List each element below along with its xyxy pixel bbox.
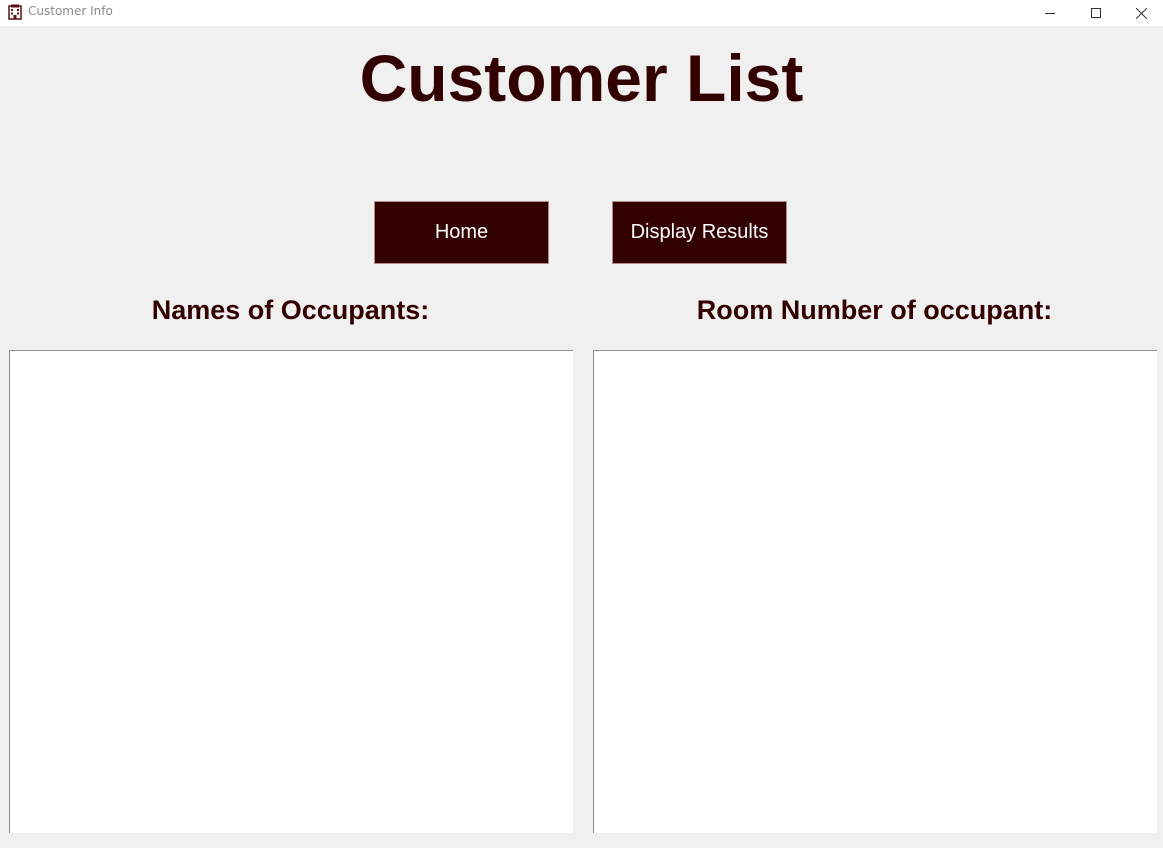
hotel-building-icon: [8, 4, 22, 20]
window-title: Customer Info: [28, 4, 113, 18]
minimize-button[interactable]: [1027, 0, 1073, 26]
maximize-icon: [1091, 8, 1101, 18]
page-title: Customer List: [359, 41, 804, 115]
room-number-label: Room Number of occupant:: [696, 295, 1053, 325]
app-window: Customer Info Customer List Home Display…: [0, 0, 1163, 848]
close-button[interactable]: [1118, 0, 1163, 26]
names-of-occupants-label: Names of Occupants:: [151, 295, 430, 325]
display-results-button[interactable]: Display Results: [612, 201, 787, 264]
room-numbers-listbox[interactable]: [593, 350, 1157, 833]
title-bar[interactable]: Customer Info: [0, 0, 1163, 26]
minimize-icon: [1045, 8, 1055, 18]
close-icon: [1135, 7, 1147, 19]
home-button[interactable]: Home: [374, 201, 549, 264]
occupant-names-listbox[interactable]: [9, 350, 573, 833]
maximize-button[interactable]: [1073, 0, 1119, 26]
